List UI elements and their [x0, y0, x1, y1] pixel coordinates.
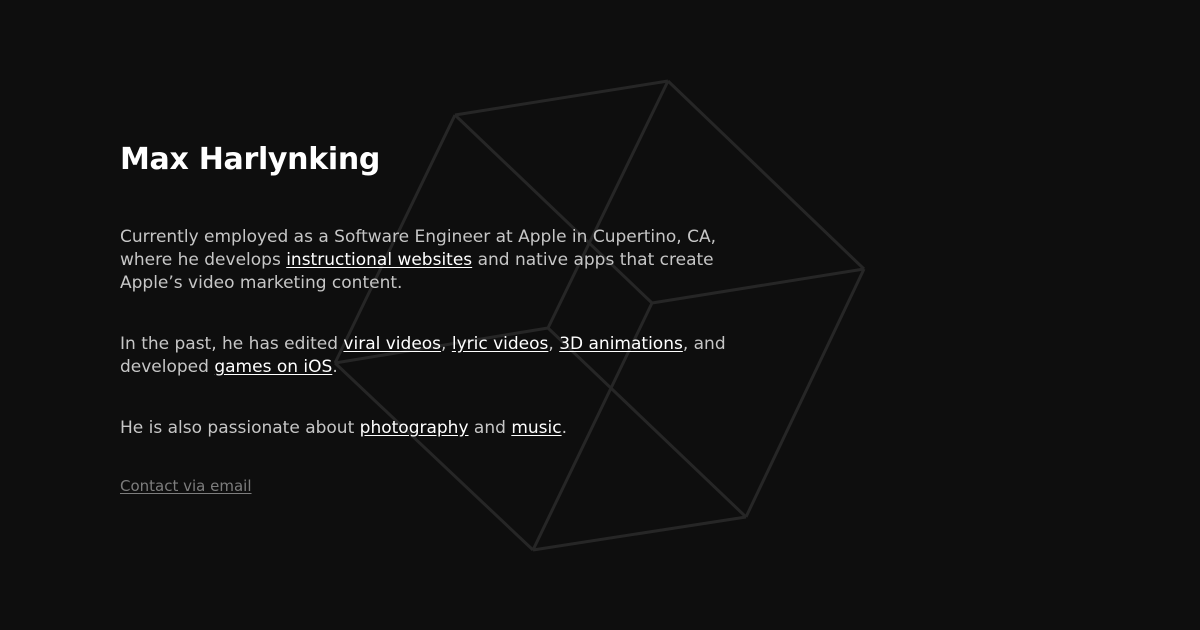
- lyric-videos-link[interactable]: lyric videos: [452, 334, 549, 354]
- cube-edge: [454, 79, 669, 117]
- photography-link[interactable]: photography: [360, 418, 469, 438]
- bio-content: Max Harlynking Currently employed as a S…: [120, 140, 760, 496]
- past-work-paragraph: In the past, he has edited viral videos,…: [120, 333, 760, 379]
- page: Max Harlynking Currently employed as a S…: [0, 0, 1200, 630]
- cube-edge: [744, 268, 866, 518]
- contact-email-link[interactable]: Contact via email: [120, 476, 252, 496]
- passions-text-before: He is also passionate about: [120, 418, 360, 438]
- 3d-animations-link[interactable]: 3D animations: [559, 334, 683, 354]
- passions-paragraph: He is also passionate about photography …: [120, 417, 760, 440]
- passions-text-and: and: [468, 418, 512, 438]
- viral-videos-link[interactable]: viral videos: [343, 334, 441, 354]
- cube-edge: [532, 515, 747, 552]
- games-on-ios-link[interactable]: games on iOS: [214, 357, 332, 377]
- past-text-before: In the past, he has edited: [120, 334, 344, 354]
- past-separator: ,: [441, 334, 452, 354]
- passions-text-end: .: [561, 418, 567, 438]
- past-text-end: .: [332, 357, 338, 377]
- page-title: Max Harlynking: [120, 142, 381, 177]
- instructional-websites-link[interactable]: instructional websites: [286, 250, 472, 270]
- music-link[interactable]: music: [511, 418, 561, 438]
- intro-paragraph: Currently employed as a Software Enginee…: [120, 226, 760, 295]
- past-separator: ,: [548, 334, 560, 354]
